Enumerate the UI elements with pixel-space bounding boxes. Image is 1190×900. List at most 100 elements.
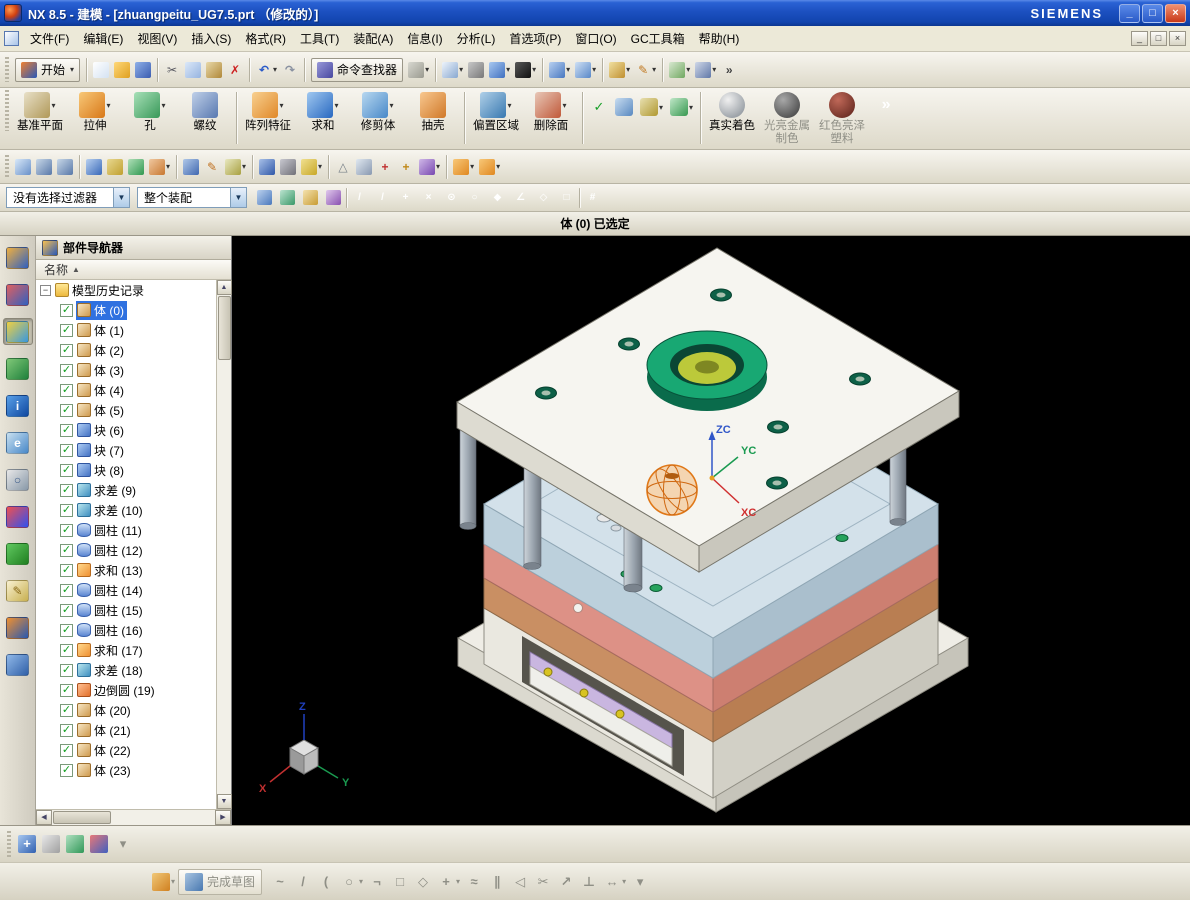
tree-item[interactable]: 体 (2) <box>36 340 216 360</box>
datum-plane-button[interactable]: ▾ 基准平面 <box>13 90 67 135</box>
system-materials-icon[interactable] <box>3 503 33 530</box>
geometric-constraints-icon[interactable]: ⊥ <box>578 869 600 895</box>
snap-control-point-icon[interactable]: + <box>395 187 416 209</box>
toolbar-grip[interactable] <box>7 831 11 857</box>
open-icon[interactable] <box>112 56 132 84</box>
checkbox[interactable] <box>60 403 73 417</box>
mirror-curve-icon[interactable]: ◁ <box>509 869 531 895</box>
redo-icon[interactable]: ↷ <box>280 56 300 84</box>
scope-dropdown[interactable]: 整个装配 ▼ <box>137 187 247 208</box>
screen-layout-icon[interactable]: ▾ <box>440 56 465 84</box>
start-menu-button[interactable]: 开始 ▾ <box>15 57 81 82</box>
tree-item[interactable]: 体 (4) <box>36 380 216 400</box>
checkbox[interactable] <box>60 663 73 677</box>
menu-item[interactable]: 首选项(P) <box>502 27 568 50</box>
quick-trim-icon[interactable]: ✂ <box>532 869 554 895</box>
window-display-icon[interactable]: ▾ <box>573 56 598 84</box>
tree-item[interactable]: 体 (1) <box>36 320 216 340</box>
tree-item[interactable]: 体 (3) <box>36 360 216 380</box>
menu-item[interactable]: GC工具箱 <box>624 27 692 50</box>
delete-icon[interactable]: ✗ <box>225 56 245 84</box>
standard-overflow-icon[interactable]: » <box>719 56 739 84</box>
quick-pick-icon[interactable] <box>323 187 344 209</box>
menu-item[interactable]: 装配(A) <box>346 27 400 50</box>
tree-item[interactable]: 圆柱 (15) <box>36 600 216 620</box>
copy-icon[interactable] <box>183 56 203 84</box>
window-cascade-icon[interactable]: ▾ <box>547 56 572 84</box>
toolbar-grip[interactable] <box>5 57 9 82</box>
checkbox[interactable] <box>60 383 73 397</box>
checkbox[interactable] <box>60 543 73 557</box>
pattern-feature-button[interactable]: ▾ 阵列特征 <box>241 90 295 135</box>
mdi-restore-button[interactable]: □ <box>1150 31 1167 46</box>
highlight-rollover-icon[interactable] <box>300 187 321 209</box>
vertical-scrollbar[interactable]: ▲ ▼ <box>216 280 232 809</box>
checkbox[interactable] <box>60 743 73 757</box>
snap-bounded-plane-icon[interactable]: □ <box>556 187 577 209</box>
process-studio-icon[interactable] <box>3 540 33 567</box>
snap-quadrant-icon[interactable]: ○ <box>464 187 485 209</box>
thread-button[interactable]: 螺纹 <box>178 90 232 135</box>
measure-angle-icon[interactable]: ▾ <box>693 56 718 84</box>
menu-item[interactable]: 帮助(H) <box>692 27 747 50</box>
checkbox[interactable] <box>60 463 73 477</box>
annotate-icon[interactable]: ✎ ▾ <box>633 56 658 84</box>
open-component-icon[interactable] <box>40 831 62 857</box>
snap-intersection-icon[interactable]: × <box>418 187 439 209</box>
tree-item[interactable]: 块 (6) <box>36 420 216 440</box>
spreadsheet-icon[interactable] <box>612 90 636 118</box>
save-icon[interactable] <box>133 56 153 84</box>
move-face-icon[interactable] <box>181 153 201 181</box>
sketch-in-task-icon[interactable]: ✎ <box>202 153 222 181</box>
tree-item[interactable]: 求和 (13) <box>36 560 216 580</box>
command-finder-button[interactable]: 命令查找器 <box>311 57 404 82</box>
menu-item[interactable]: 格式(R) <box>238 27 293 50</box>
red-glossy-plastic-button[interactable]: 红色亮泽 塑料 <box>815 90 869 148</box>
checkbox[interactable] <box>60 343 73 357</box>
view-cube-icon[interactable]: ▾ <box>487 56 512 84</box>
assembly-more-icon[interactable]: ▾ <box>112 831 134 857</box>
expander-icon[interactable]: − <box>40 284 51 296</box>
tree-item[interactable]: 体 (20) <box>36 700 216 720</box>
menu-item[interactable]: 视图(V) <box>130 27 184 50</box>
menu-item[interactable]: 窗口(O) <box>568 27 623 50</box>
menu-item[interactable]: 信息(I) <box>400 27 449 50</box>
reuse-library-icon[interactable] <box>3 355 33 382</box>
feature-overflow-icon[interactable]: » <box>870 90 902 120</box>
view-background-icon[interactable]: ▾ <box>513 56 538 84</box>
layer-settings-icon[interactable] <box>34 153 54 181</box>
menu-item[interactable]: 工具(T) <box>293 27 346 50</box>
snap-point-on-curve-icon[interactable]: ∠ <box>510 187 531 209</box>
pan-view-icon[interactable] <box>84 153 104 181</box>
system-scenes-icon[interactable] <box>3 651 33 678</box>
document-icon[interactable] <box>4 31 19 46</box>
tree-item[interactable]: 圆柱 (14) <box>36 580 216 600</box>
information-window-icon[interactable] <box>354 153 374 181</box>
profile-icon[interactable]: ~ <box>269 869 291 895</box>
locating-ring[interactable] <box>646 330 768 411</box>
assembly-navigator-icon[interactable] <box>3 244 33 271</box>
snap-midpoint-icon[interactable]: / <box>372 187 393 209</box>
bom-table-icon[interactable]: ▾ <box>637 90 666 118</box>
mold-3d-model[interactable]: ZC YC XC Z X Y <box>232 236 1190 825</box>
scrollbar-thumb[interactable] <box>217 296 231 360</box>
view-triad[interactable]: Z X Y <box>259 701 350 795</box>
polygon-icon[interactable]: ◇ <box>412 869 434 895</box>
hole-button[interactable]: ▾ 孔 <box>123 90 177 135</box>
offset-curve-icon[interactable]: ∥ <box>486 869 508 895</box>
scroll-down-icon[interactable]: ▼ <box>216 794 232 809</box>
restore-button[interactable]: □ <box>1142 3 1163 23</box>
part-navigator-icon[interactable] <box>2 318 33 345</box>
web-browser-icon[interactable]: e <box>3 429 33 456</box>
scroll-up-icon[interactable]: ▲ <box>216 280 232 295</box>
chevron-down-icon[interactable]: ▼ <box>113 188 129 207</box>
shiny-metal-button[interactable]: 光亮金属 制色 <box>760 90 814 148</box>
new-file-icon[interactable] <box>91 56 111 84</box>
checkbox[interactable] <box>60 363 73 377</box>
mdi-minimize-button[interactable]: _ <box>1131 31 1148 46</box>
product-part[interactable] <box>646 464 698 516</box>
roles-icon[interactable] <box>3 614 33 641</box>
assembly-constraints-icon[interactable] <box>88 831 110 857</box>
rapid-dimension-icon[interactable]: ↔ ▾ <box>601 869 628 895</box>
menu-item[interactable]: 插入(S) <box>184 27 238 50</box>
